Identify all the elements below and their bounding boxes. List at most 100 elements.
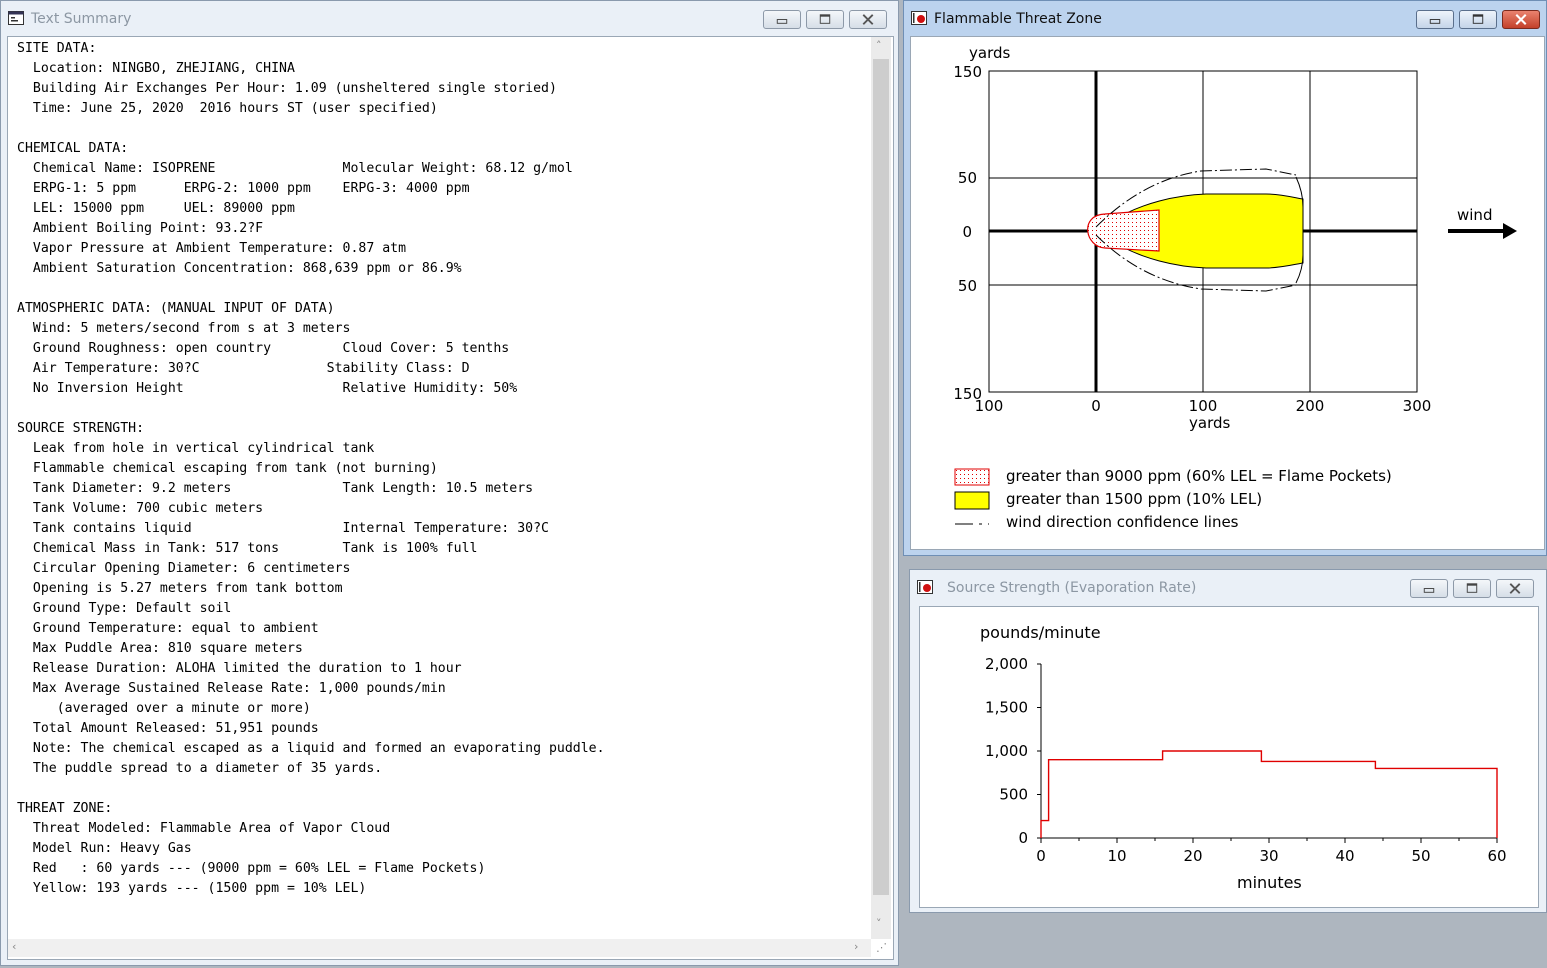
x-tick-label: 0 <box>1091 397 1101 415</box>
summary-line <box>17 399 605 419</box>
chart-app-icon <box>917 580 933 594</box>
y-unit-label: yards <box>969 44 1010 62</box>
summary-line: Yellow: 193 yards --- (1500 ppm = 10% LE… <box>17 881 367 896</box>
horizontal-scrollbar[interactable]: ‹ › <box>8 939 871 957</box>
x-axis-label: minutes <box>1237 873 1302 892</box>
y-axis-label: pounds/minute <box>980 623 1101 642</box>
scrollbar-thumb[interactable] <box>873 59 889 895</box>
y-tick-label: 150 <box>953 63 982 81</box>
summary-line: Time: June 25, 2020 2016 hours ST (user … <box>17 101 438 116</box>
vertical-scrollbar[interactable]: ˄ ˅ <box>871 37 891 939</box>
summary-line: Tank Volume: 700 cubic meters <box>17 501 264 516</box>
y-tick-label: 1,500 <box>985 699 1028 717</box>
maximize-icon <box>819 14 831 24</box>
maximize-icon <box>1466 583 1478 593</box>
summary-line <box>17 779 605 799</box>
summary-line: No Inversion Height Relative Humidity: 5… <box>17 381 518 396</box>
x-tick-label: 50 <box>1411 847 1430 865</box>
summary-line: SOURCE STRENGTH: <box>17 421 145 436</box>
window-title: Source Strength (Evaporation Rate) <box>947 580 1197 596</box>
summary-line: Location: NINGBO, ZHEJIANG, CHINA <box>17 61 295 76</box>
minimize-button[interactable] <box>1410 579 1448 598</box>
threat-zone-window: Flammable Threat Zone yards yards 150 50… <box>903 0 1547 556</box>
y-tick-label: 500 <box>999 786 1028 804</box>
summary-line: Wind: 5 meters/second from s at 3 meters <box>17 321 351 336</box>
text-summary-window: Text Summary SITE DATA: Location: NINGBO… <box>0 0 899 966</box>
summary-line: Leak from hole in vertical cylindrical t… <box>17 441 375 456</box>
scroll-left-icon[interactable]: ‹ <box>12 940 16 953</box>
summary-line: Ground Temperature: equal to ambient <box>17 621 319 636</box>
summary-line: Vapor Pressure at Ambient Temperature: 0… <box>17 241 407 256</box>
summary-line: CHEMICAL DATA: <box>17 141 129 156</box>
x-tick-label: 0 <box>1036 847 1046 865</box>
minimize-icon <box>1429 19 1441 24</box>
close-button[interactable] <box>1502 10 1540 29</box>
x-tick-label: 100 <box>1189 397 1218 415</box>
x-tick-label: 30 <box>1259 847 1278 865</box>
close-button[interactable] <box>849 10 887 29</box>
y-tick-label: 50 <box>958 277 977 295</box>
window-title: Text Summary <box>31 11 132 27</box>
x-tick-label: 20 <box>1183 847 1202 865</box>
maximize-button[interactable] <box>806 10 844 29</box>
source-strength-chart: pounds/minute minutes 0 500 1,000 1,500 2,000 0… <box>980 623 1507 892</box>
summary-line: Chemical Mass in Tank: 517 tons Tank is … <box>17 541 478 556</box>
minimize-button[interactable] <box>1416 10 1454 29</box>
summary-line: LEL: 15000 ppm UEL: 89000 ppm <box>17 201 295 216</box>
red-flame-pocket-zone <box>1087 209 1160 252</box>
summary-line: Chemical Name: ISOPRENE Molecular Weight… <box>17 161 573 176</box>
y-tick-label: 1,000 <box>985 742 1028 760</box>
summary-line: Ambient Boiling Point: 93.2?F <box>17 221 264 236</box>
maximize-button[interactable] <box>1453 579 1491 598</box>
summary-line: SITE DATA: <box>17 41 97 56</box>
legend-label: wind direction confidence lines <box>1006 513 1239 531</box>
text-document-icon <box>8 11 24 25</box>
summary-line: Total Amount Released: 51,951 pounds <box>17 721 319 736</box>
summary-line: Ambient Saturation Concentration: 868,63… <box>17 261 462 276</box>
close-button[interactable] <box>1496 579 1534 598</box>
source-strength-plot-area: pounds/minute minutes 0 500 1,000 1,500 2,000 0… <box>919 606 1539 908</box>
summary-line: ATMOSPHERIC DATA: (MANUAL INPUT OF DATA) <box>17 301 335 316</box>
y-tick-label: 0 <box>1018 829 1028 847</box>
summary-line: Max Average Sustained Release Rate: 1,00… <box>17 681 446 696</box>
scroll-up-icon[interactable]: ˄ <box>876 39 882 52</box>
text-summary-titlebar[interactable]: Text Summary <box>1 1 898 35</box>
summary-line: The puddle spread to a diameter of 35 ya… <box>17 761 383 776</box>
summary-line: Flammable chemical escaping from tank (n… <box>17 461 438 476</box>
legend-swatch-yellow <box>954 491 990 510</box>
minimize-button[interactable] <box>763 10 801 29</box>
y-tick-label: 2,000 <box>985 655 1028 673</box>
summary-line: Air Temperature: 30?C Stability Class: D <box>17 361 470 376</box>
summary-line: Ground Roughness: open country Cloud Cov… <box>17 341 510 356</box>
y-tick-label: 50 <box>958 169 977 187</box>
summary-line: Tank Diameter: 9.2 meters Tank Length: 1… <box>17 481 534 496</box>
threat-zone-plot-area: yards yards 150 50 0 50 150 100 0 100 20… <box>910 36 1545 550</box>
summary-line: Note: The chemical escaped as a liquid a… <box>17 741 605 756</box>
maximize-icon <box>1472 14 1484 24</box>
close-icon <box>1515 14 1527 26</box>
summary-line <box>17 279 605 299</box>
summary-line: Building Air Exchanges Per Hour: 1.09 (u… <box>17 81 557 96</box>
scroll-right-icon[interactable]: › <box>854 940 858 953</box>
threat-zone-plot: yards yards 150 50 0 50 150 100 0 100 20… <box>953 44 1517 531</box>
maximize-button[interactable] <box>1459 10 1497 29</box>
release-rate-line <box>1040 750 1498 838</box>
summary-line <box>17 119 605 139</box>
wind-arrow-icon <box>1448 223 1517 239</box>
x-unit-label: yards <box>1189 414 1230 432</box>
legend-label: greater than 1500 ppm (10% LEL) <box>1006 490 1262 508</box>
close-icon <box>862 14 874 25</box>
summary-line: Threat Modeled: Flammable Area of Vapor … <box>17 821 391 836</box>
scroll-down-icon[interactable]: ˅ <box>876 917 882 930</box>
x-tick-label: 60 <box>1487 847 1506 865</box>
source-strength-titlebar[interactable]: Source Strength (Evaporation Rate) <box>910 570 1546 604</box>
threat-zone-titlebar[interactable]: Flammable Threat Zone <box>904 1 1546 35</box>
summary-line: Tank contains liquid Internal Temperatur… <box>17 521 549 536</box>
summary-line: Opening is 5.27 meters from tank bottom <box>17 581 343 596</box>
chart-app-icon <box>911 11 927 25</box>
legend: greater than 9000 ppm (60% LEL = Flame P… <box>954 467 1392 531</box>
resize-grip-icon[interactable]: ⋰ <box>876 941 887 954</box>
x-tick-label: 40 <box>1335 847 1354 865</box>
summary-line: Model Run: Heavy Gas <box>17 841 192 856</box>
x-tick-label: 10 <box>1107 847 1126 865</box>
